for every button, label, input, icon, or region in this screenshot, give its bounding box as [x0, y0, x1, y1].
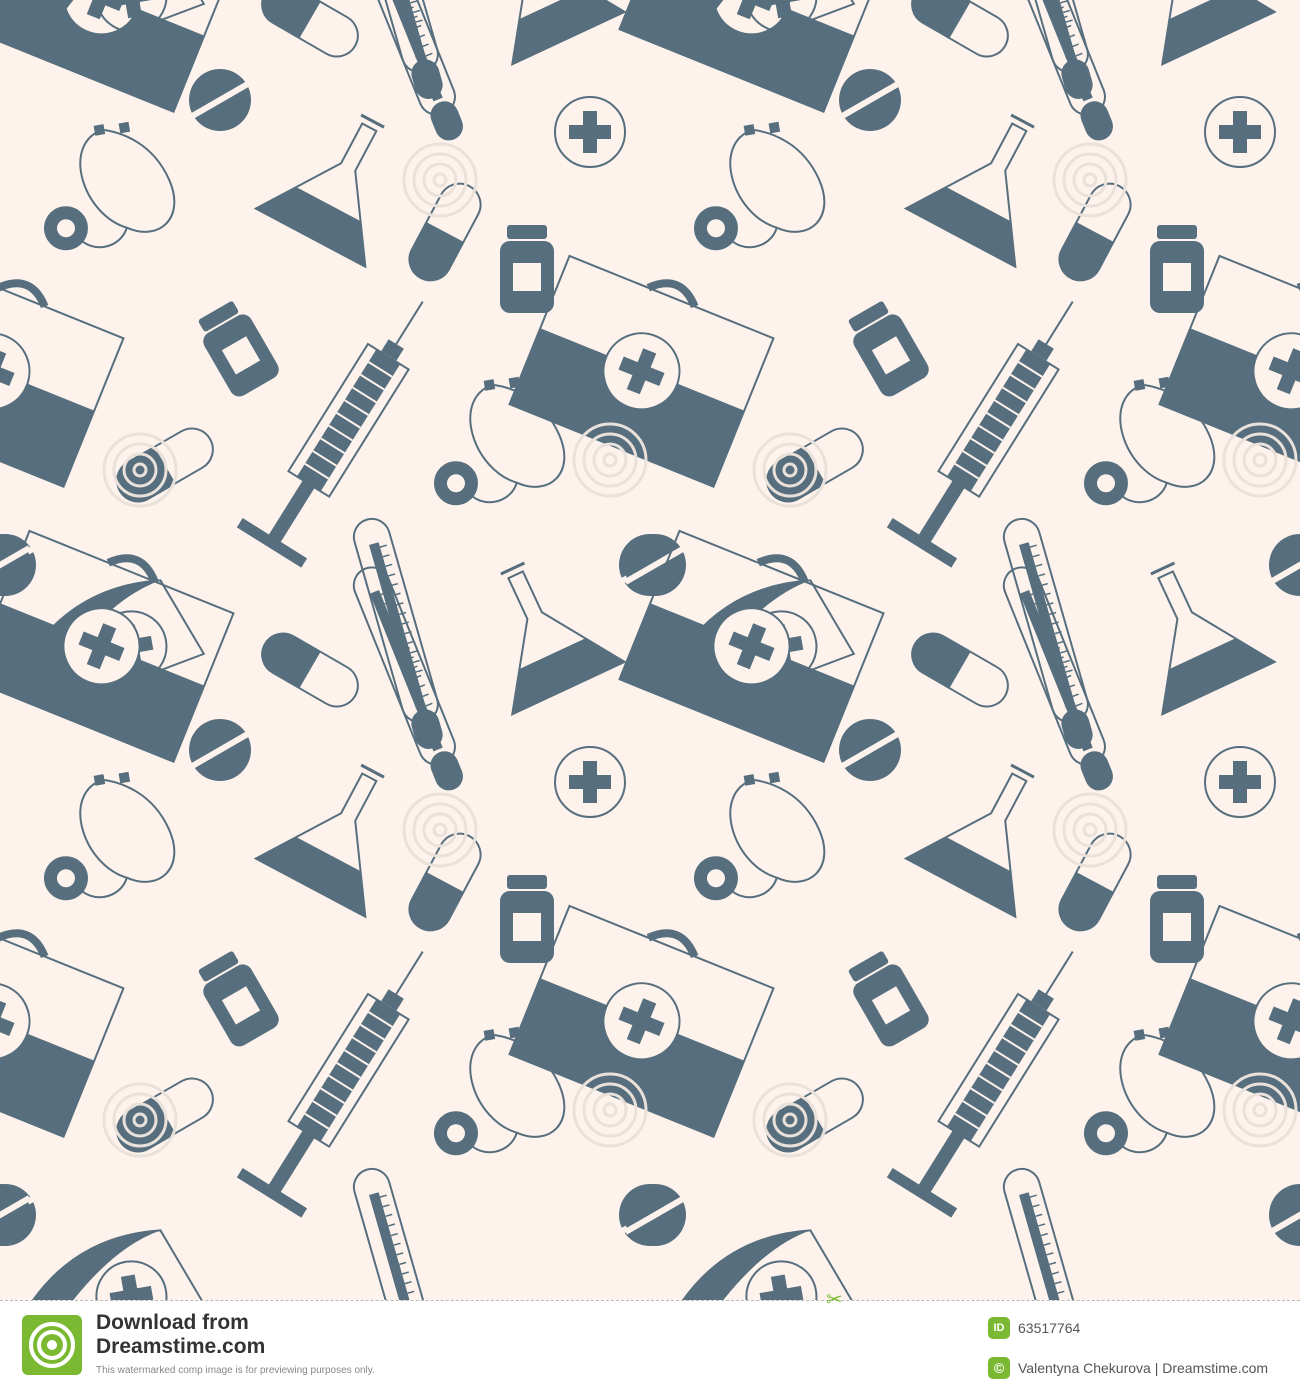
- copyright-badge: ©: [988, 1357, 1010, 1379]
- watermark-note: This watermarked comp image is for previ…: [96, 1365, 375, 1376]
- image-id: 63517764: [1018, 1320, 1081, 1336]
- dreamstime-spiral-logo-icon: [22, 1315, 82, 1375]
- author-credit: Valentyna Chekurova | Dreamstime.com: [1018, 1360, 1269, 1376]
- id-badge: ID: [988, 1317, 1010, 1339]
- scissors-icon: ✂: [826, 1289, 843, 1311]
- site-name: Dreamstime.com: [96, 1335, 266, 1358]
- medical-pattern-image: [0, 0, 1300, 1300]
- stock-image: ✂ Download from Dreamstime.com This wate…: [0, 0, 1300, 1390]
- download-footer: ✂ Download from Dreamstime.com This wate…: [0, 1290, 1300, 1390]
- download-from-label: Download from: [96, 1311, 249, 1334]
